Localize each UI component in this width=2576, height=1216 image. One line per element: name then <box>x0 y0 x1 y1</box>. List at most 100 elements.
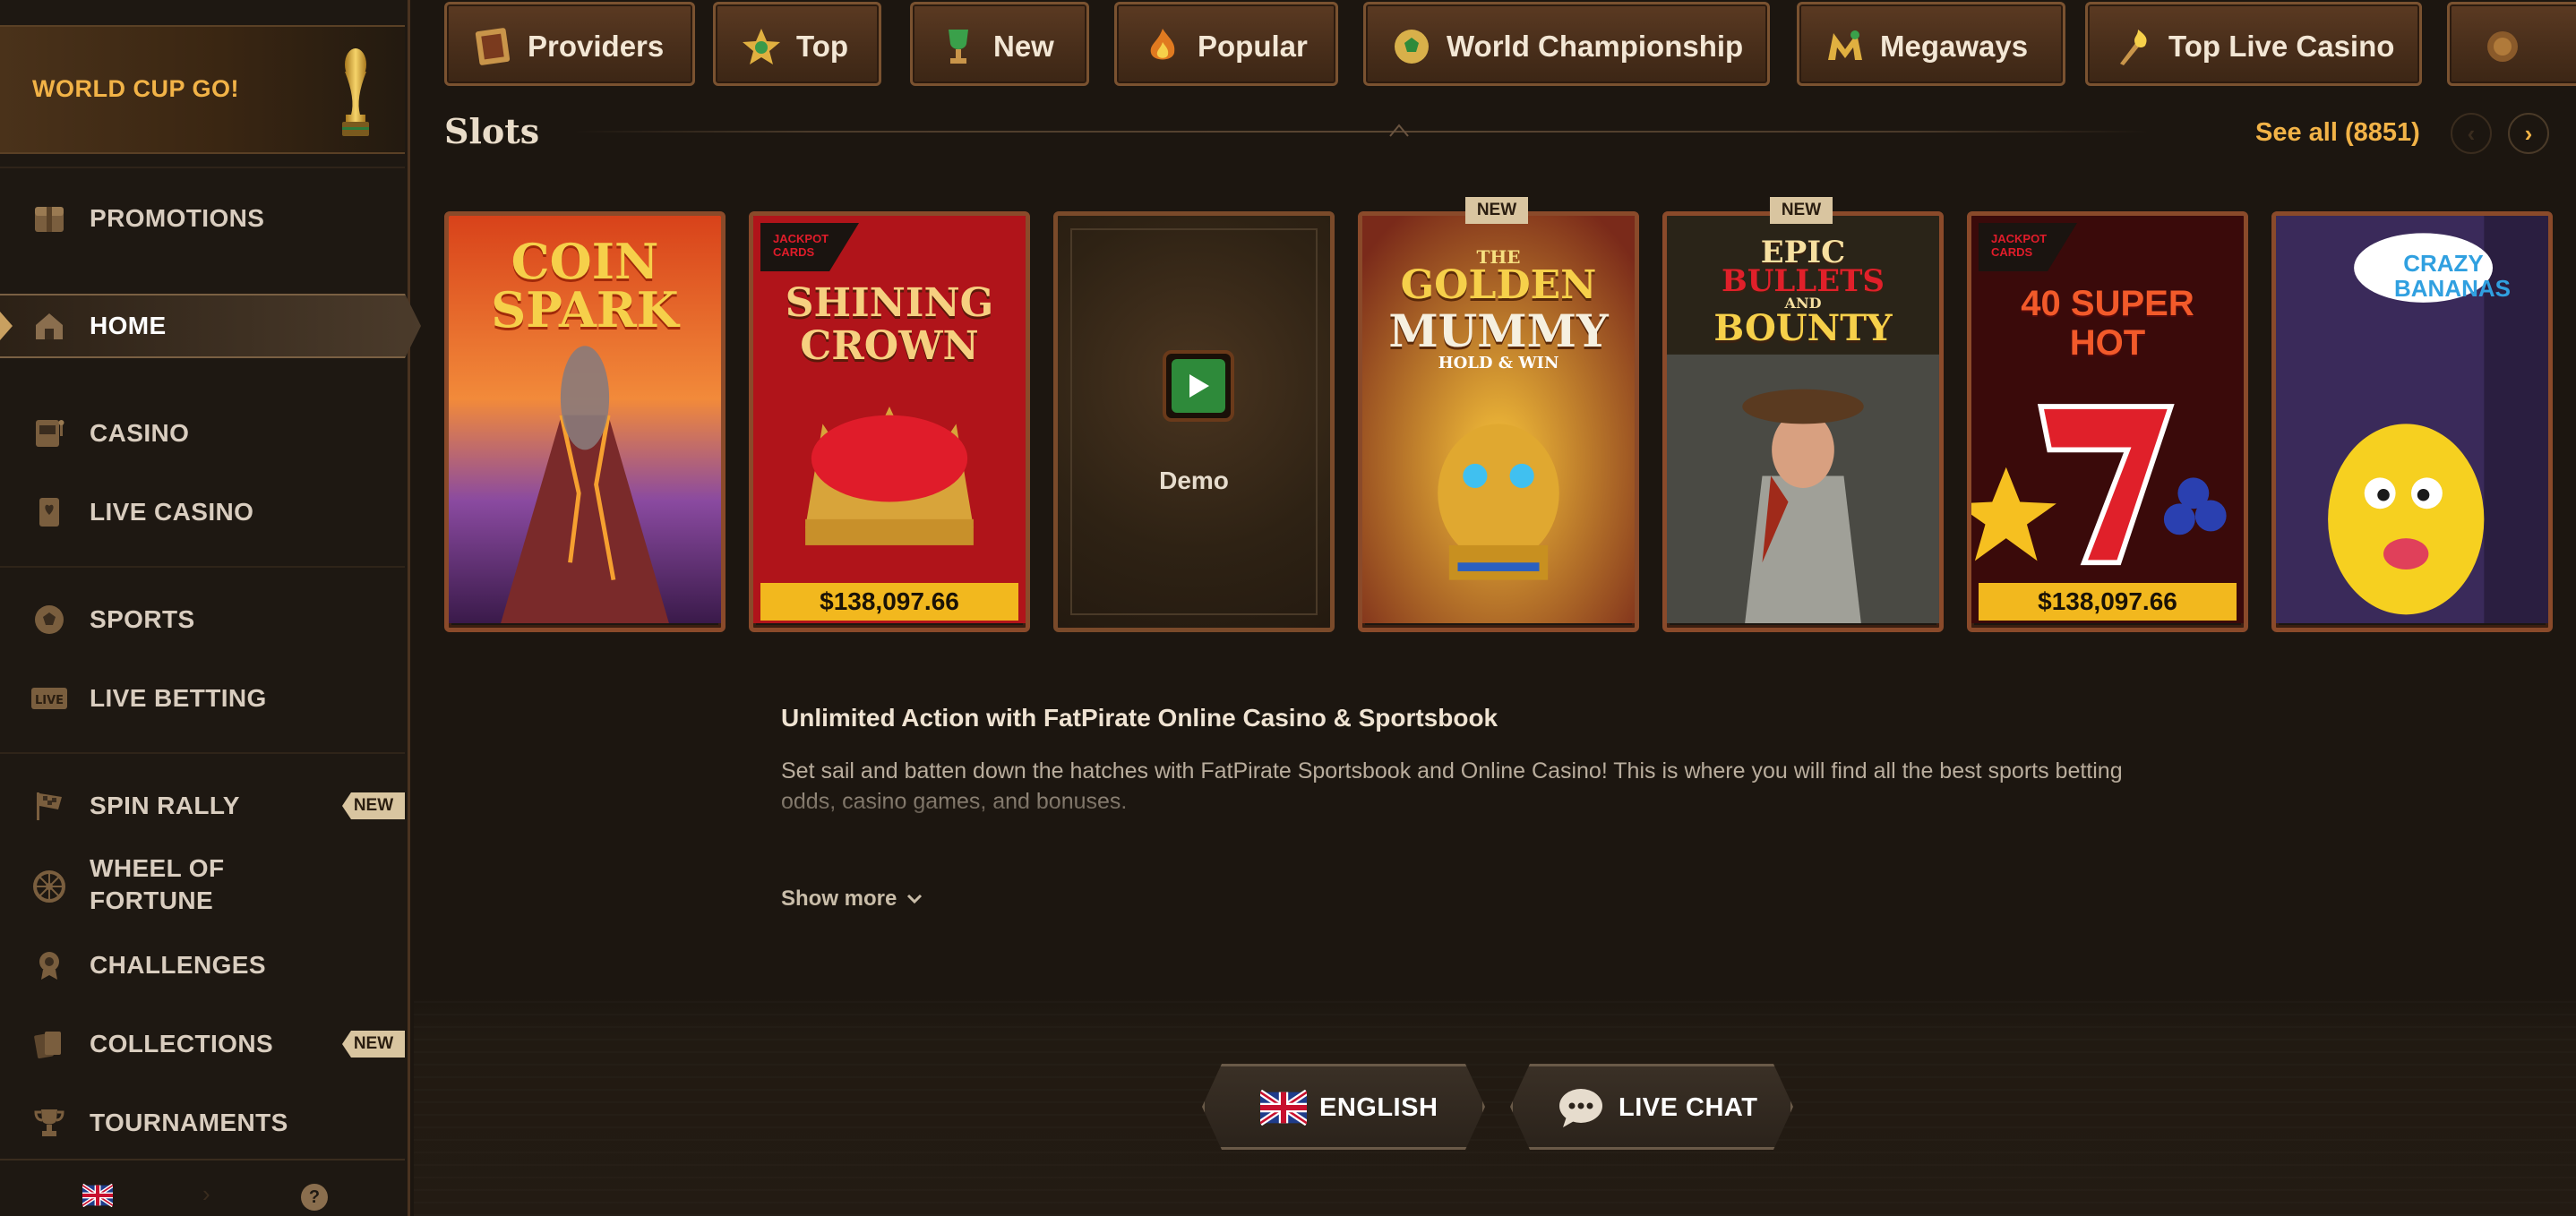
coin-icon <box>2487 31 2518 62</box>
playing-card-icon <box>30 493 68 531</box>
checkered-flag-icon <box>30 787 68 825</box>
cards-icon <box>30 1025 68 1063</box>
game-card-crazy-bananas[interactable]: CRAZY BANANAS <box>2271 211 2553 632</box>
tab-label: Popular <box>1198 30 1308 63</box>
tab-top-live-casino[interactable]: Top Live Casino <box>2085 2 2422 86</box>
new-badge: NEW <box>1770 197 1833 224</box>
trophy-icon <box>30 1104 68 1142</box>
game-artwork <box>1971 216 2244 624</box>
category-tabs: Providers Top New Popular World Champion… <box>444 0 2576 90</box>
tab-label: Top Live Casino <box>2168 30 2395 63</box>
tab-label: Providers <box>528 30 665 63</box>
game-card-coin-spark[interactable]: COIN SPARK <box>444 211 726 632</box>
game-title-line: HOT <box>2069 323 2146 363</box>
language-label: ENGLISH <box>1319 1093 1438 1122</box>
game-card-demo[interactable]: Demo <box>1053 211 1335 632</box>
sidebar-item-label: COLLECTIONS <box>90 1030 274 1058</box>
sidebar-item-sports[interactable]: SPORTS <box>0 587 405 652</box>
torch-icon <box>2120 30 2147 65</box>
uk-flag-icon[interactable] <box>81 1183 115 1208</box>
uk-flag-icon <box>1260 1090 1307 1126</box>
sidebar-item-collections[interactable]: COLLECTIONS NEW <box>0 1012 405 1076</box>
carousel-next-button[interactable]: › <box>2508 113 2549 154</box>
megaways-icon <box>1828 30 1862 60</box>
soccer-ball-icon <box>1395 30 1429 64</box>
wheel-label-line-1: WHEEL OF <box>90 854 225 882</box>
show-more-button[interactable]: Show more <box>781 886 923 912</box>
sidebar-item-label: LIVE BETTING <box>90 684 267 712</box>
game-subtitle: HOLD & WIN <box>1438 354 1559 373</box>
play-button[interactable] <box>1163 350 1234 422</box>
sidebar-item-spin-rally[interactable]: SPIN RALLY NEW <box>0 774 405 838</box>
game-title-line: BULLETS <box>1722 263 1885 299</box>
sidebar-item-label: LIVE CASINO <box>90 498 254 526</box>
help-icon[interactable]: ? <box>301 1184 328 1211</box>
tab-label: World Championship <box>1447 30 1744 63</box>
fire-icon <box>1150 29 1175 60</box>
sidebar: WORLD CUP GO! PROMOTIONS HOME CASINO LIV… <box>0 0 421 1216</box>
gift-chest-icon <box>30 200 68 237</box>
sidebar-item-label: CHALLENGES <box>90 951 266 979</box>
live-icon: LIVE <box>30 680 68 717</box>
sidebar-item-challenges[interactable]: CHALLENGES <box>0 933 405 998</box>
footer <box>414 994 2576 1216</box>
chevron-down-icon <box>907 894 923 904</box>
tab-label: Megaways <box>1880 30 2029 63</box>
demo-inner-frame <box>1070 228 1318 615</box>
sidebar-item-wheel-of-fortune[interactable]: WHEEL OF FORTUNE <box>0 851 405 922</box>
demo-label[interactable]: Demo <box>1058 467 1330 495</box>
text-fade-overlay <box>770 779 2203 860</box>
game-artwork <box>753 216 1026 624</box>
section-divider <box>573 131 2150 133</box>
new-badge: NEW <box>342 1031 405 1058</box>
sidebar-item-tournaments[interactable]: TOURNAMENTS <box>0 1091 405 1155</box>
game-title-line: CROWN <box>800 323 979 369</box>
tab-providers[interactable]: Providers <box>444 2 695 86</box>
game-card-epic-bullets-and-bounty[interactable]: EPIC BULLETS AND BOUNTY <box>1662 211 1944 632</box>
carousel-prev-button[interactable]: ‹ <box>2451 113 2492 154</box>
tab-more-partial[interactable] <box>2447 2 2576 86</box>
tab-top[interactable]: Top <box>713 2 881 86</box>
game-title-line: COIN <box>511 233 659 290</box>
sidebar-item-live-casino[interactable]: LIVE CASINO <box>0 480 405 544</box>
game-title-line: 40 SUPER <box>2021 284 2194 323</box>
world-cup-promo-banner[interactable]: WORLD CUP GO! <box>0 25 405 154</box>
tab-megaways[interactable]: Megaways <box>1797 2 2065 86</box>
tab-new[interactable]: New <box>910 2 1089 86</box>
language-selector-button[interactable]: ENGLISH <box>1202 1064 1485 1150</box>
section-title-slots: Slots <box>444 111 540 151</box>
game-title-line: GOLDEN <box>1400 262 1597 308</box>
game-title-line: CRAZY <box>2403 250 2484 277</box>
game-card-shining-crown[interactable]: JACKPOT CARDS SHINING CROWN $138,097.66 <box>749 211 1030 632</box>
sidebar-item-label: SPIN RALLY <box>90 792 240 819</box>
tab-popular[interactable]: Popular <box>1114 2 1338 86</box>
sidebar-item-label: TOURNAMENTS <box>90 1109 288 1136</box>
new-cup-icon <box>949 30 968 64</box>
new-badge: NEW <box>342 792 405 819</box>
jackpot-amount: $138,097.66 <box>1979 583 2237 621</box>
home-icon <box>30 307 68 345</box>
sidebar-footer: › ? <box>0 1159 405 1216</box>
live-chat-button[interactable]: LIVE CHAT <box>1510 1064 1793 1150</box>
chat-bubble-icon <box>1558 1086 1604 1129</box>
wheel-icon <box>30 868 68 905</box>
new-badge: NEW <box>1465 197 1528 224</box>
sidebar-divider <box>0 167 405 168</box>
sidebar-item-label: PROMOTIONS <box>90 204 265 232</box>
sidebar-item-home[interactable]: HOME <box>0 294 421 358</box>
sidebar-item-label: HOME <box>90 312 167 339</box>
promo-banner-label: WORLD CUP GO! <box>32 75 239 102</box>
sidebar-item-promotions[interactable]: PROMOTIONS <box>0 186 405 251</box>
game-card-40-super-hot[interactable]: JACKPOT CARDS 40 SUPER HOT $138,097.66 <box>1967 211 2248 632</box>
see-all-link[interactable]: See all (8851) <box>2255 118 2420 148</box>
sidebar-item-label: CASINO <box>90 419 190 447</box>
tab-world-championship[interactable]: World Championship <box>1363 2 1770 86</box>
play-icon <box>1172 359 1225 413</box>
providers-icon <box>475 28 511 65</box>
tab-label: Top <box>796 30 849 63</box>
sidebar-item-live-betting[interactable]: LIVE LIVE BETTING <box>0 666 405 731</box>
game-card-golden-mummy[interactable]: THE GOLDEN MUMMY HOLD & WIN <box>1358 211 1639 632</box>
sidebar-divider <box>0 752 405 754</box>
sidebar-item-casino[interactable]: CASINO <box>0 401 405 466</box>
game-title-line: SHINING <box>785 280 994 326</box>
